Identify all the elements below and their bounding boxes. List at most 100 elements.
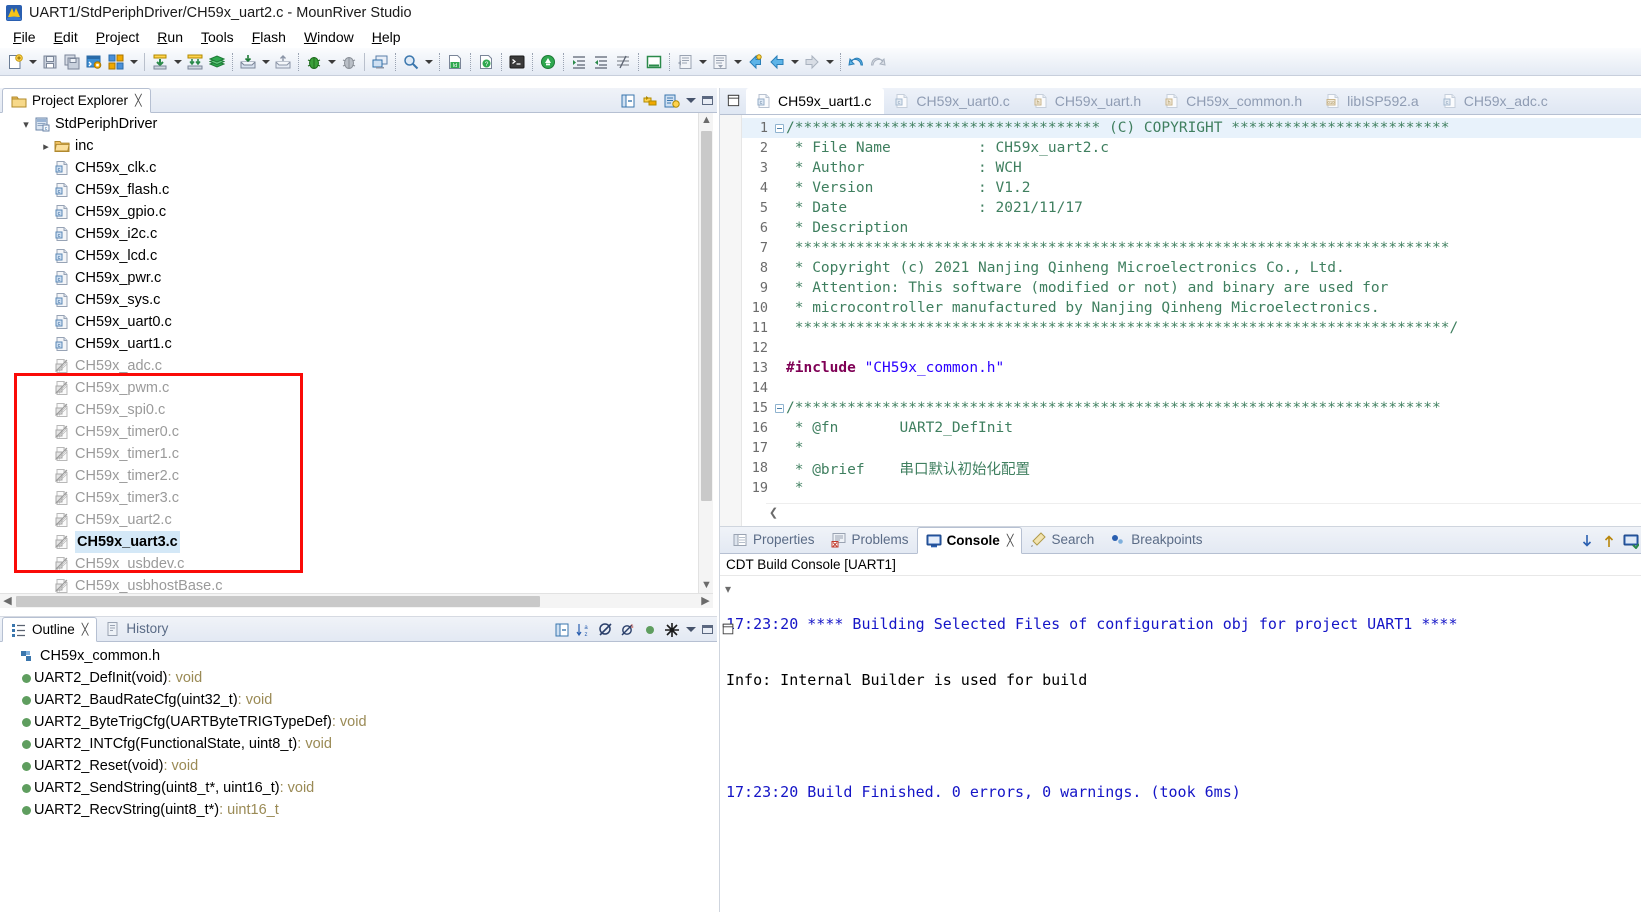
chevron-down-icon[interactable]: ▾ [18, 113, 34, 135]
upload-icon[interactable] [272, 51, 294, 73]
editor-tab-ch59x-uart-h[interactable]: h CH59x_uart.h [1023, 88, 1154, 114]
tab-console[interactable]: Console ╳ [916, 527, 1023, 554]
tree-item-ch59x-timer0-c[interactable]: CH59x_timer0.c [0, 421, 700, 443]
tree-item-ch59x-usbhostbase-c[interactable]: CH59x_usbhostBase.c [0, 575, 700, 593]
ld-file-icon[interactable]: ld [444, 51, 466, 73]
editor-tab-ch59x-uart0-c[interactable]: c CH59x_uart0.c [884, 88, 1022, 114]
new-file-icon[interactable] [4, 51, 26, 73]
chevron-down-icon[interactable] [686, 98, 696, 103]
project-explorer-hscrollbar[interactable]: ◀ ▶ [0, 593, 713, 608]
last-edit-location-icon[interactable] [674, 51, 696, 73]
search-icon[interactable] [400, 51, 422, 73]
tree-item-ch59x-usbdev-c[interactable]: CH59x_usbdev.c [0, 553, 700, 575]
hide-static-icon[interactable]: s [620, 622, 636, 638]
close-icon[interactable]: ╳ [82, 623, 89, 636]
menu-file[interactable]: File [4, 28, 45, 46]
build-selected-dropdown-arrow[interactable] [171, 51, 184, 73]
debug-attach-icon[interactable] [338, 51, 360, 73]
chevron-right-icon[interactable]: ▸ [38, 135, 54, 157]
undo-nav-icon[interactable] [845, 51, 867, 73]
last-edit-dropdown-arrow[interactable] [696, 51, 709, 73]
collapse-all-icon[interactable] [620, 93, 636, 109]
tab-outline[interactable]: Outline ╳ [2, 617, 98, 642]
menu-tools[interactable]: Tools [192, 28, 243, 46]
scroll-left-arrow[interactable]: ◀ [0, 594, 15, 609]
wch-link-icon[interactable] [537, 51, 559, 73]
project-tree[interactable]: ▾ c StdPeriphDriver ▸ inc c CH59x_clk.c … [0, 113, 700, 593]
save-icon[interactable] [39, 51, 61, 73]
download-icon[interactable] [237, 51, 259, 73]
minimize-icon[interactable] [702, 625, 713, 634]
console-output[interactable]: 17:23:20 **** Building Selected Files of… [726, 579, 1641, 839]
tree-item-ch59x-timer1-c[interactable]: CH59x_timer1.c [0, 443, 700, 465]
sort-icon[interactable]: az [576, 622, 592, 638]
outline-item-uart2-sendstring[interactable]: UART2_SendString(uint8_t*, uint16_t) : v… [0, 777, 717, 799]
help-doc-icon[interactable]: ? [475, 51, 497, 73]
save-all-icon[interactable] [61, 51, 83, 73]
forward-dropdown-arrow[interactable] [823, 51, 836, 73]
next-annotation-icon[interactable] [709, 51, 731, 73]
tree-item-ch59x-pwr-c[interactable]: c CH59x_pwr.c [0, 267, 700, 289]
books-icon[interactable] [206, 51, 228, 73]
menu-run[interactable]: Run [148, 28, 192, 46]
scroll-left-arrow[interactable]: ❮ [766, 504, 781, 523]
build-selected-icon[interactable] [149, 51, 171, 73]
outline-item-uart2-intcfg[interactable]: UART2_INTCfg(FunctionalState, uint8_t) :… [0, 733, 717, 755]
indent-icon[interactable] [568, 51, 590, 73]
editor-tab-ch59x-adc-c[interactable]: c CH59x_adc.c [1432, 88, 1561, 114]
tree-item-ch59x-lcd-c[interactable]: c CH59x_lcd.c [0, 245, 700, 267]
console-terminal-icon[interactable] [506, 51, 528, 73]
tree-item-ch59x-timer2-c[interactable]: CH59x_timer2.c [0, 465, 700, 487]
debug-icon[interactable] [303, 51, 325, 73]
outline-item-uart2-definit[interactable]: UART2_DefInit(void) : void [0, 667, 717, 689]
tab-problems[interactable]: Problems [823, 526, 917, 553]
search-dropdown-arrow[interactable] [422, 51, 435, 73]
outline-item-uart2-bytetrigcfg[interactable]: UART2_ByteTrigCfg(UARTByteTRIGTypeDef) :… [0, 711, 717, 733]
tree-item-ch59x-clk-c[interactable]: c CH59x_clk.c [0, 157, 700, 179]
outline-item-uart2-recvstring[interactable]: UART2_RecvString(uint8_t*) : uint16_t [0, 799, 717, 821]
tab-history[interactable]: History [97, 616, 176, 641]
chevron-down-icon[interactable] [686, 627, 696, 632]
redo-nav-icon[interactable] [867, 51, 889, 73]
tree-item-inc[interactable]: ▸ inc [0, 135, 700, 157]
tree-item-ch59x-gpio-c[interactable]: c CH59x_gpio.c [0, 201, 700, 223]
outline-list[interactable]: CH59x_common.h UART2_DefInit(void) : voi… [0, 645, 717, 821]
tree-item-ch59x-spi0-c[interactable]: CH59x_spi0.c [0, 399, 700, 421]
outdent-icon[interactable] [590, 51, 612, 73]
scroll-lock-icon[interactable] [1579, 533, 1595, 549]
view-menu-icon[interactable] [664, 93, 680, 109]
project-explorer-vscrollbar[interactable]: ▲ ▼ [698, 113, 713, 593]
hide-nonpublic-icon[interactable] [642, 622, 658, 638]
build-project-icon[interactable] [184, 51, 206, 73]
editor-hscrollbar[interactable]: ❮ [766, 503, 1641, 522]
build-config-icon[interactable] [83, 51, 105, 73]
comment-icon[interactable] [612, 51, 634, 73]
tab-search[interactable]: Search [1022, 526, 1102, 553]
previous-edit-icon[interactable] [744, 51, 766, 73]
build-all-icon[interactable] [105, 51, 127, 73]
tab-properties[interactable]: Properties [724, 526, 823, 553]
tree-item-ch59x-i2c-c[interactable]: c CH59x_i2c.c [0, 223, 700, 245]
tree-item-ch59x-uart3-c[interactable]: CH59x_uart3.c [0, 531, 700, 553]
outline-item-uart2-baudratecfg[interactable]: UART2_BaudRateCfg(uint32_t) : void [0, 689, 717, 711]
close-icon[interactable]: ╳ [135, 94, 142, 107]
menu-edit[interactable]: Edit [45, 28, 87, 46]
menu-flash[interactable]: Flash [243, 28, 295, 46]
outline-item-include[interactable]: CH59x_common.h [0, 645, 717, 667]
new-file-dropdown-arrow[interactable] [26, 51, 39, 73]
close-icon[interactable]: ╳ [1007, 534, 1014, 547]
console-restore-icon[interactable] [721, 622, 737, 638]
editor-tab-ch59x-common-h[interactable]: h CH59x_common.h [1154, 88, 1315, 114]
editor-marker-bar[interactable] [720, 115, 742, 526]
back-icon[interactable] [766, 51, 788, 73]
terminal-view-icon[interactable] [369, 51, 391, 73]
code-editor[interactable]: 1 /*********************************** (… [720, 115, 1641, 526]
next-annotation-dropdown-arrow[interactable] [731, 51, 744, 73]
scroll-right-arrow[interactable]: ▶ [698, 594, 713, 609]
menu-window[interactable]: Window [295, 28, 363, 46]
link-with-editor-icon[interactable] [642, 93, 658, 109]
tree-item-stdperiphdriver[interactable]: ▾ c StdPeriphDriver [0, 113, 700, 135]
toggle-block-selection-icon[interactable] [643, 51, 665, 73]
display-selected-console-icon[interactable] [1623, 533, 1639, 549]
fold-toggle-icon[interactable] [772, 123, 786, 133]
